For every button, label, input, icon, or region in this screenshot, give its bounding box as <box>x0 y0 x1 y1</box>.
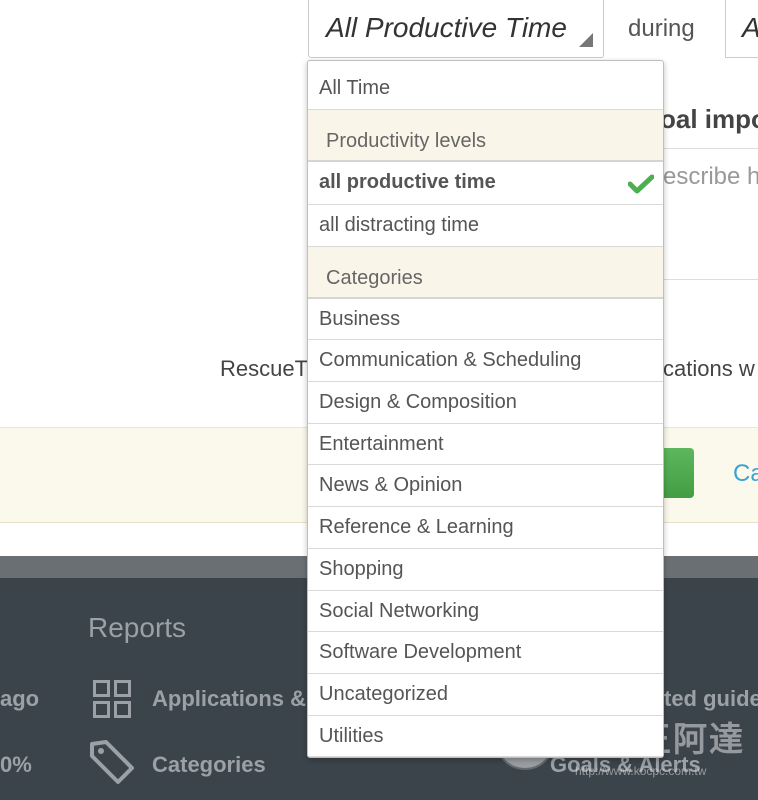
dropdown-item-label: all productive time <box>319 171 496 193</box>
time-filter-dropdown: All Time Productivity levels all product… <box>307 60 664 758</box>
during-label: during <box>628 15 695 42</box>
goal-description-placeholder: escribe h <box>663 163 758 190</box>
category-item[interactable]: News & Opinion <box>308 465 663 508</box>
category-item[interactable]: Reference & Learning <box>308 507 663 549</box>
category-item[interactable]: Utilities <box>308 716 663 757</box>
category-item[interactable]: Business <box>308 299 663 341</box>
watermark-url: http://www.kocpc.com.tw <box>575 764 707 778</box>
notification-text-right: fications w <box>652 356 755 381</box>
notification-text-left: RescueTi <box>220 356 313 381</box>
footer-fragment-percent: 0% <box>0 752 32 777</box>
category-item[interactable]: Design & Composition <box>308 382 663 424</box>
goal-importance-heading: oal impo <box>660 104 758 134</box>
group-header-categories: Categories <box>308 246 663 299</box>
time-filter-value: All Productive Time <box>326 12 567 43</box>
category-item[interactable]: Software Development <box>308 632 663 674</box>
dropdown-item-distracting[interactable]: all distracting time <box>308 205 663 247</box>
group-header-productivity: Productivity levels <box>308 110 663 162</box>
footer-link-applications[interactable]: Applications & W <box>152 686 333 712</box>
dropdown-arrow-icon <box>579 33 593 47</box>
footer-link-categories[interactable]: Categories <box>152 752 266 778</box>
footer-fragment-ago: ago <box>0 686 40 711</box>
category-item[interactable]: Social Networking <box>308 591 663 633</box>
check-icon <box>628 174 654 194</box>
grid-icon <box>93 680 133 720</box>
category-item[interactable]: Communication & Scheduling <box>308 340 663 383</box>
tag-icon <box>90 740 134 784</box>
period-select[interactable]: A <box>725 0 758 58</box>
time-filter-select[interactable]: All Productive Time <box>308 0 604 58</box>
category-item[interactable]: Shopping <box>308 549 663 591</box>
category-item[interactable]: Entertainment <box>308 424 663 466</box>
cancel-link[interactable]: Ca <box>733 460 758 488</box>
period-select-value: A <box>742 12 758 43</box>
dropdown-item-all-time[interactable]: All Time <box>308 61 663 110</box>
dropdown-item-productive[interactable]: all productive time <box>308 162 663 205</box>
footer-reports-title: Reports <box>88 612 187 643</box>
footer-fragment-guide[interactable]: ted guide <box>664 686 758 712</box>
category-item[interactable]: Uncategorized <box>308 674 663 716</box>
